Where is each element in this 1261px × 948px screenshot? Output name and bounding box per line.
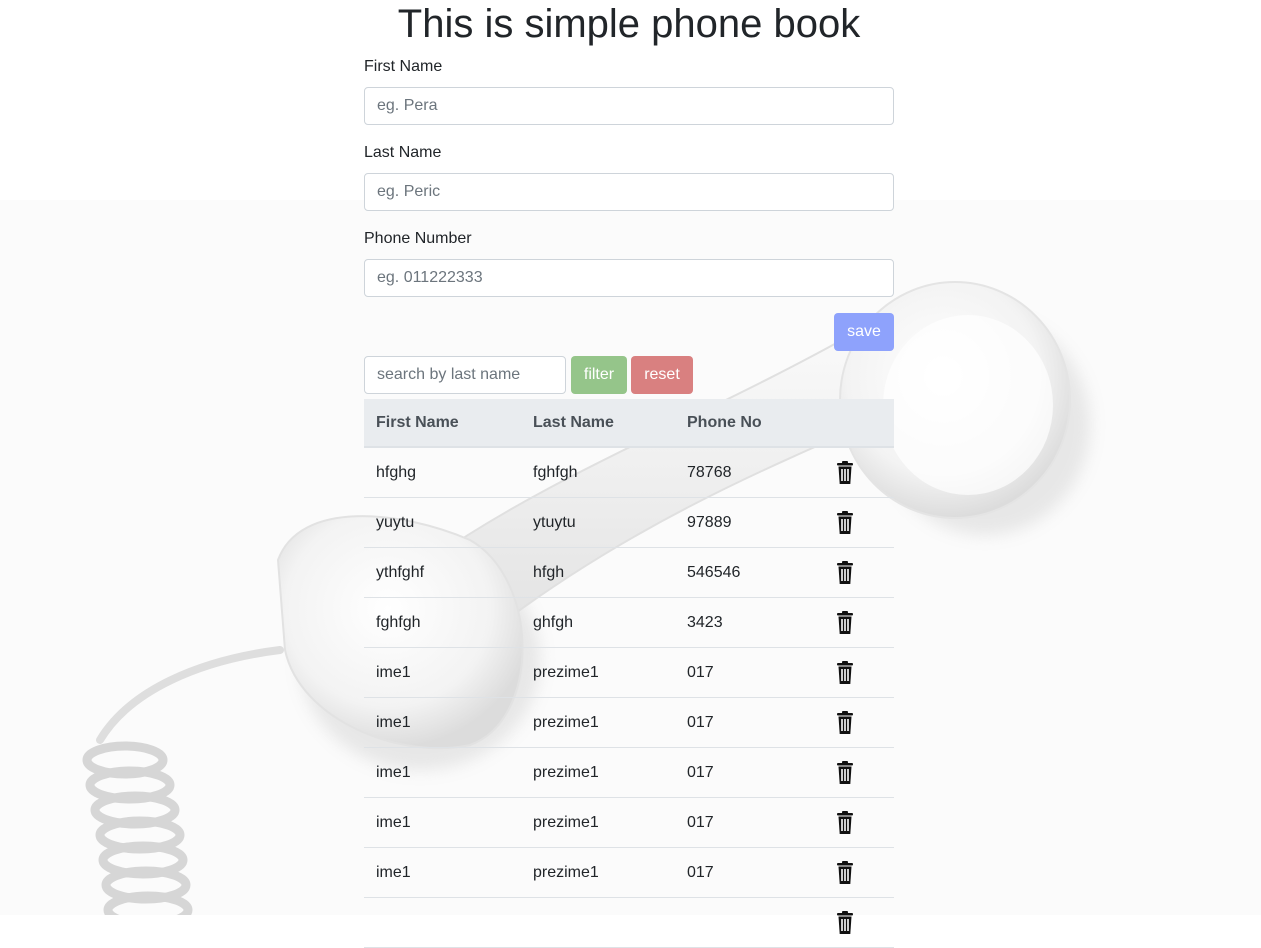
cell-phone: 017 — [687, 864, 714, 881]
cell-last-name: prezime1 — [533, 714, 599, 731]
cell-phone: 3423 — [687, 614, 723, 631]
cell-last-name: prezime1 — [533, 864, 599, 881]
header-last-name: Last Name — [533, 414, 614, 431]
trash-icon[interactable] — [836, 561, 854, 585]
table-row: yuytu ytuytu 97889 — [364, 498, 894, 548]
trash-icon[interactable] — [836, 461, 854, 485]
cell-first-name: yuytu — [376, 514, 415, 531]
table-row: ime1 prezime1 017 — [364, 748, 894, 798]
first-name-input[interactable] — [364, 87, 894, 125]
trash-icon[interactable] — [836, 611, 854, 635]
phone-number-input[interactable] — [364, 259, 894, 297]
filter-button[interactable]: filter — [571, 356, 627, 394]
cell-last-name: prezime1 — [533, 814, 599, 831]
last-name-input[interactable] — [364, 173, 894, 211]
cell-last-name: prezime1 — [533, 664, 599, 681]
cell-phone: 017 — [687, 714, 714, 731]
cell-last-name: prezime1 — [533, 764, 599, 781]
table-header: First Name Last Name Phone No — [364, 399, 894, 448]
trash-icon[interactable] — [836, 661, 854, 685]
trash-icon[interactable] — [836, 511, 854, 535]
table-row: ime1 prezime1 017 — [364, 648, 894, 698]
reset-button[interactable]: reset — [631, 356, 693, 394]
search-input[interactable] — [364, 356, 566, 394]
page-title: This is simple phone book — [397, 2, 861, 46]
table-row: fghfgh ghfgh 3423 — [364, 598, 894, 648]
table-row — [364, 898, 894, 948]
cell-phone: 97889 — [687, 514, 732, 531]
cell-first-name: ime1 — [376, 664, 411, 681]
trash-icon[interactable] — [836, 711, 854, 735]
table-row: ime1 prezime1 017 — [364, 848, 894, 898]
trash-icon[interactable] — [836, 761, 854, 785]
cell-last-name: ghfgh — [533, 614, 574, 631]
contacts-table: First Name Last Name Phone No hfghg fghf… — [364, 399, 894, 948]
cell-first-name: ythfghf — [376, 564, 425, 581]
cell-phone: 546546 — [687, 564, 741, 581]
cell-last-name: ytuytu — [533, 514, 576, 531]
trash-icon[interactable] — [836, 861, 854, 885]
table-row: hfghg fghfgh 78768 — [364, 448, 894, 498]
header-first-name: First Name — [376, 414, 459, 431]
table-row: ime1 prezime1 017 — [364, 698, 894, 748]
cell-last-name: fghfgh — [533, 464, 578, 481]
cell-first-name: ime1 — [376, 864, 411, 881]
table-row: ythfghf hfgh 546546 — [364, 548, 894, 598]
save-button[interactable]: save — [834, 313, 894, 351]
header-phone-no: Phone No — [687, 414, 762, 431]
cell-first-name: fghfgh — [376, 614, 421, 631]
cell-phone: 017 — [687, 664, 714, 681]
table-row: ime1 prezime1 017 — [364, 798, 894, 848]
first-name-label: First Name — [364, 58, 443, 75]
cell-phone: 78768 — [687, 464, 732, 481]
phone-number-label: Phone Number — [364, 230, 472, 247]
cell-first-name: ime1 — [376, 714, 411, 731]
cell-phone: 017 — [687, 814, 714, 831]
last-name-label: Last Name — [364, 144, 442, 161]
cell-first-name: hfghg — [376, 464, 417, 481]
cell-first-name: ime1 — [376, 814, 411, 831]
trash-icon[interactable] — [836, 811, 854, 835]
cell-phone: 017 — [687, 764, 714, 781]
cell-first-name: ime1 — [376, 764, 411, 781]
cell-last-name: hfgh — [533, 564, 565, 581]
